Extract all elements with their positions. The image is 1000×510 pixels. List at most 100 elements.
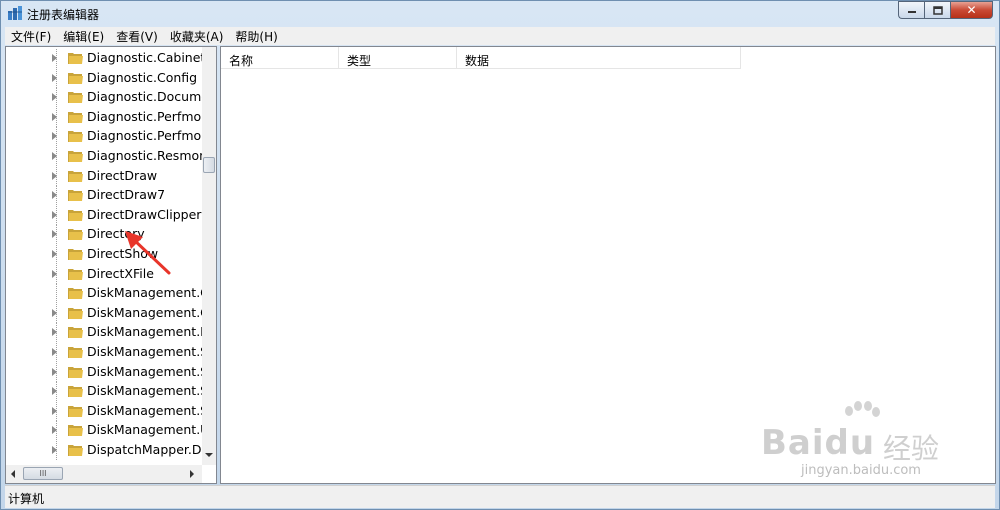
tree-item[interactable]: Diagnostic.Cabinet	[6, 49, 202, 68]
horizontal-scroll-thumb[interactable]: III	[23, 467, 63, 480]
paw-icon	[845, 401, 880, 417]
folder-icon	[68, 445, 83, 456]
expand-arrow-icon[interactable]	[52, 406, 57, 415]
tree-item[interactable]: DiskManagement.C	[6, 284, 202, 304]
tree-item-label: DiskManagement.Si	[87, 344, 202, 359]
close-button[interactable]: ✕	[950, 1, 993, 19]
menu-view[interactable]: 查看(V)	[110, 28, 164, 45]
menu-file[interactable]: 文件(F)	[5, 28, 57, 45]
folder-icon	[68, 347, 83, 358]
tree-item-label: DiskManagement.Si	[87, 363, 202, 379]
folder-icon	[68, 327, 83, 339]
expand-arrow-icon[interactable]	[52, 446, 57, 454]
tree-item-label: DispatchMapper.Di:	[87, 442, 202, 457]
maximize-button[interactable]	[924, 1, 950, 19]
status-path: 计算机	[8, 492, 45, 506]
caption-buttons: ✕	[898, 1, 993, 20]
folder-icon	[68, 170, 83, 182]
tree-vertical-scrollbar[interactable]	[202, 47, 216, 465]
title-bar[interactable]: 注册表编辑器 ✕	[1, 1, 999, 27]
expand-arrow-icon[interactable]	[52, 230, 57, 239]
expand-arrow-icon[interactable]	[52, 387, 57, 396]
column-header-type[interactable]: 类型	[339, 47, 457, 69]
folder-icon	[68, 190, 83, 202]
folder-icon	[68, 72, 83, 84]
folder-icon	[68, 92, 83, 104]
tree-item[interactable]: DirectDraw	[6, 166, 202, 186]
expand-arrow-icon[interactable]	[52, 367, 57, 376]
expand-arrow-icon[interactable]	[52, 348, 57, 356]
menu-bar: 文件(F) 编辑(E) 查看(V) 收藏夹(A) 帮助(H)	[5, 27, 995, 45]
tree-item[interactable]: Diagnostic.Resmon.	[6, 147, 202, 166]
folder-icon	[68, 111, 83, 123]
folder-icon	[68, 53, 83, 64]
tree-item[interactable]: DispatchMapper.Di:	[6, 441, 202, 460]
tree-item-label: DiskManagement.Si	[87, 383, 202, 399]
expand-arrow-icon[interactable]	[52, 93, 57, 102]
tree-item[interactable]: Diagnostic.Perfmon	[6, 107, 202, 127]
tree-item[interactable]: DiskManagement.Si	[6, 362, 202, 382]
minimize-button[interactable]	[898, 1, 924, 19]
tree-item-label: Diagnostic.Perfmon	[87, 108, 202, 124]
tree-item[interactable]: DirectDraw7	[6, 186, 202, 206]
maximize-icon	[932, 5, 943, 15]
tree-item[interactable]: DiskManagement.U	[6, 421, 202, 441]
tree-item[interactable]: DiskManagement.D	[6, 323, 202, 343]
expand-arrow-icon[interactable]	[52, 269, 57, 278]
folder-icon	[68, 307, 83, 319]
expand-arrow-icon[interactable]	[52, 73, 57, 82]
column-header-name[interactable]: 名称	[221, 47, 339, 69]
menu-edit[interactable]: 编辑(E)	[57, 28, 110, 45]
tree-item[interactable]: Diagnostic.Perfmon	[6, 127, 202, 147]
column-header-data[interactable]: 数据	[457, 47, 741, 69]
status-bar: 计算机	[5, 485, 995, 508]
tree-item-label: Diagnostic.Config	[87, 69, 198, 85]
expand-arrow-icon[interactable]	[52, 152, 57, 160]
expand-arrow-icon[interactable]	[52, 191, 57, 200]
watermark-cn: 经验	[883, 432, 940, 465]
tree-item[interactable]: DiskManagement.Si	[6, 401, 202, 421]
tree-item-label: DirectDraw	[87, 167, 158, 183]
scroll-down-icon[interactable]	[205, 453, 213, 457]
tree-item-label: DirectDrawClipper	[87, 206, 202, 222]
tree-horizontal-scrollbar[interactable]: III	[6, 465, 202, 483]
baidu-watermark: Baidu 经验 jingyan.baidu.com	[761, 401, 981, 481]
watermark-brand: Baidu	[761, 423, 876, 463]
scroll-right-icon[interactable]	[190, 470, 194, 478]
folder-icon	[68, 229, 83, 241]
folder-icon	[68, 268, 83, 280]
folder-icon	[68, 209, 83, 221]
tree-item-label: DirectDraw7	[87, 187, 166, 203]
scroll-left-icon[interactable]	[11, 470, 15, 478]
tree-item[interactable]: Diagnostic.Documer	[6, 88, 202, 108]
expand-arrow-icon[interactable]	[52, 171, 57, 180]
annotation-arrow-icon	[125, 231, 171, 275]
tree-item-label: DiskManagement.U	[87, 422, 202, 438]
menu-favorites[interactable]: 收藏夹(A)	[164, 28, 230, 45]
tree-pane: Diagnostic.Cabinet Diagnostic.Config Diagn…	[5, 46, 217, 484]
expand-arrow-icon[interactable]	[52, 426, 57, 435]
tree-item-label: Diagnostic.Perfmon	[87, 128, 202, 144]
tree-item[interactable]: DiskManagement.Si	[6, 343, 202, 362]
tree-item-label: DiskManagement.C	[87, 304, 202, 320]
close-icon: ✕	[966, 3, 977, 17]
menu-help[interactable]: 帮助(H)	[229, 28, 283, 45]
expand-arrow-icon[interactable]	[52, 210, 57, 219]
regedit-app-icon	[8, 6, 22, 20]
tree-item-label: DiskManagement.D	[87, 324, 202, 340]
expand-arrow-icon[interactable]	[52, 308, 57, 317]
expand-arrow-icon[interactable]	[52, 112, 57, 121]
expand-arrow-icon[interactable]	[52, 54, 57, 62]
tree-item[interactable]: Diagnostic.Config	[6, 68, 202, 88]
expand-arrow-icon[interactable]	[52, 132, 57, 141]
tree-item[interactable]: DirectDrawClipper	[6, 205, 202, 225]
tree-item[interactable]: DiskManagement.Si	[6, 382, 202, 402]
tree-item-label: Diagnostic.Resmon.	[87, 148, 202, 163]
expand-arrow-icon[interactable]	[52, 250, 57, 258]
tree-item[interactable]: DiskManagement.C	[6, 303, 202, 323]
tree-item-label: DiskManagement.C	[87, 285, 202, 301]
expand-arrow-icon[interactable]	[52, 328, 57, 337]
window-title: 注册表编辑器	[27, 8, 100, 22]
folder-icon	[68, 288, 83, 300]
vertical-scroll-thumb[interactable]	[203, 157, 215, 173]
